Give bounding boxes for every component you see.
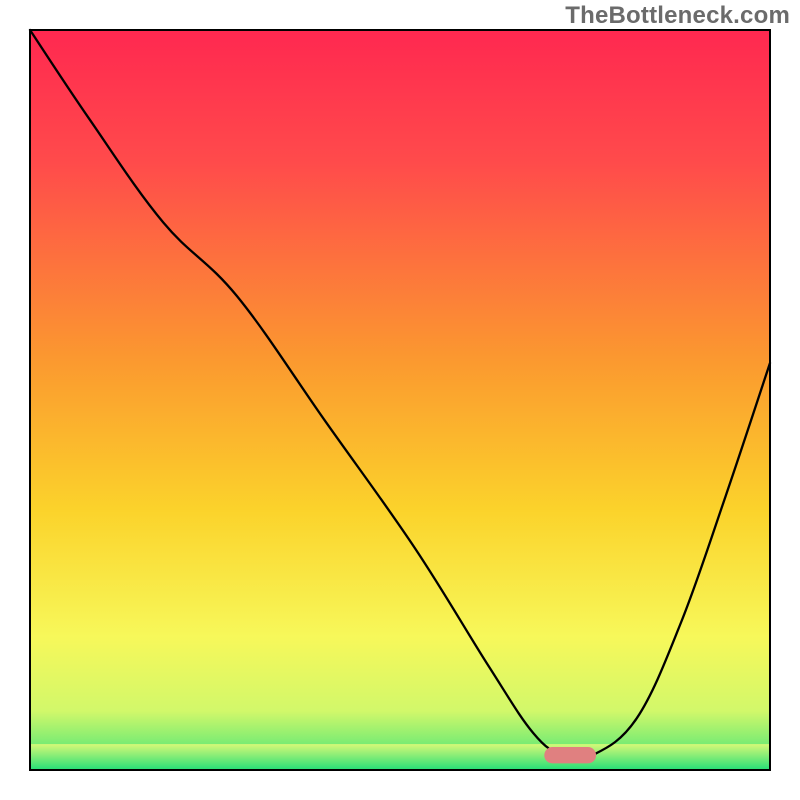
chart-stage: TheBottleneck.com [0, 0, 800, 800]
chart-background-gradient [30, 30, 770, 770]
chart-green-band [30, 744, 770, 770]
bottleneck-chart [0, 0, 800, 800]
watermark-text: TheBottleneck.com [565, 2, 790, 30]
optimal-marker [544, 747, 596, 763]
